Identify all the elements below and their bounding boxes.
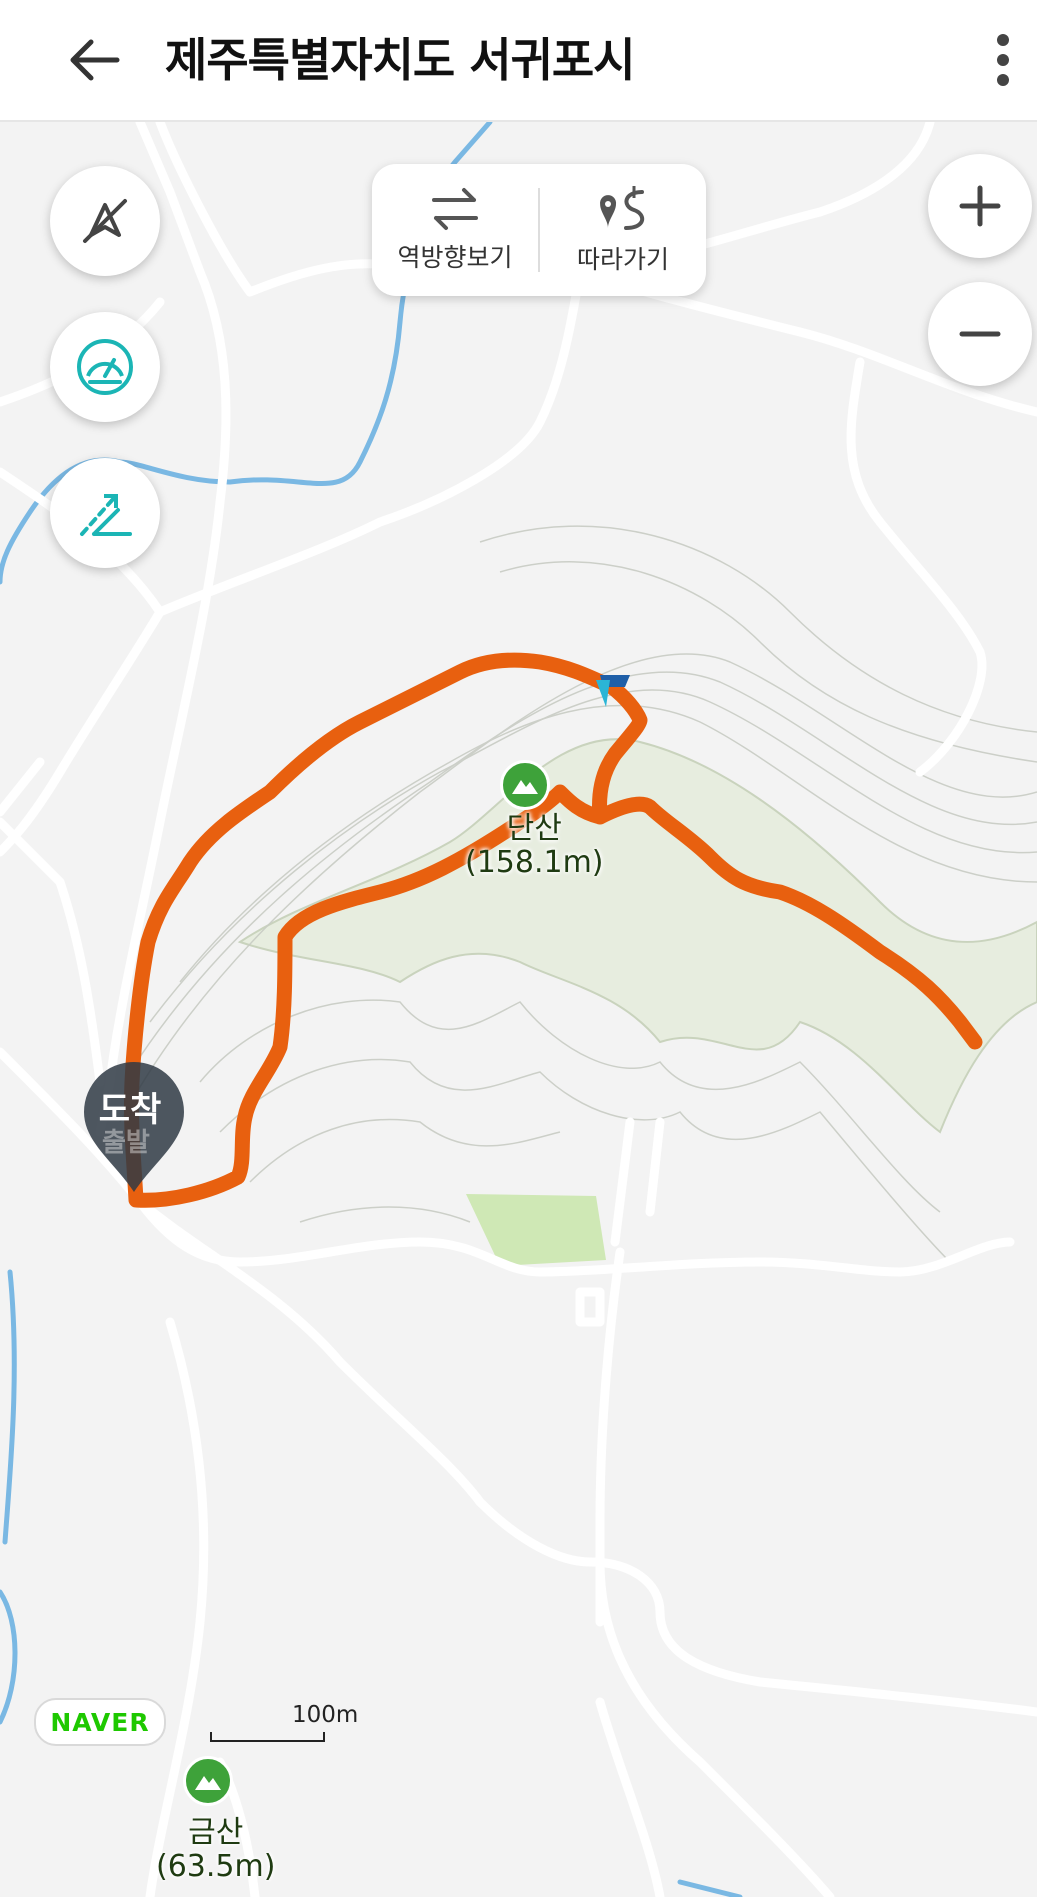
zoom-out-button[interactable] xyxy=(928,282,1032,386)
compass-off-icon xyxy=(83,199,127,243)
swap-arrows-icon xyxy=(432,188,478,230)
peak-label-geumsan: 금산 (63.5m) xyxy=(156,1815,276,1884)
scale-bar: 100m xyxy=(210,1702,358,1742)
follow-route-button[interactable]: 따라가기 xyxy=(540,164,706,296)
peak-label-dansan: 단산 (158.1m) xyxy=(465,811,604,880)
plus-icon xyxy=(959,185,1001,227)
scale-line xyxy=(210,1732,325,1742)
route-options-bar: 역방향보기 따라가기 xyxy=(372,164,706,296)
follow-route-label: 따라가기 xyxy=(576,245,669,274)
scale-label: 100m xyxy=(292,1702,359,1728)
slope-icon xyxy=(80,494,132,536)
page-title: 제주특별자치도 서귀포시 xyxy=(165,33,636,87)
minus-icon xyxy=(959,331,1001,337)
reverse-direction-label: 역방향보기 xyxy=(397,243,513,272)
reverse-direction-button[interactable]: 역방향보기 xyxy=(372,164,538,296)
back-button[interactable] xyxy=(58,24,130,96)
arrow-left-icon xyxy=(70,39,120,81)
route-follow-icon xyxy=(600,186,645,230)
naver-logo[interactable]: NAVER xyxy=(34,1698,166,1746)
app-header: 제주특별자치도 서귀포시 xyxy=(0,0,1037,122)
map-view[interactable]: 도착 출발 단산 (158.1m) 금산 (63.5m) 역방향보기 따라가기 … xyxy=(0,122,1037,1897)
departure-label: 출발 xyxy=(102,1128,150,1158)
mountain-peak-icon[interactable] xyxy=(183,1756,233,1806)
more-options-button[interactable] xyxy=(978,24,1028,96)
more-vertical-icon xyxy=(997,34,1009,46)
mountain-peak-icon[interactable] xyxy=(500,760,550,810)
compass-toggle-button[interactable] xyxy=(50,166,160,276)
speed-button[interactable] xyxy=(50,312,160,422)
speedometer-icon xyxy=(77,339,133,395)
slope-button[interactable] xyxy=(50,458,160,568)
zoom-in-button[interactable] xyxy=(928,154,1032,258)
